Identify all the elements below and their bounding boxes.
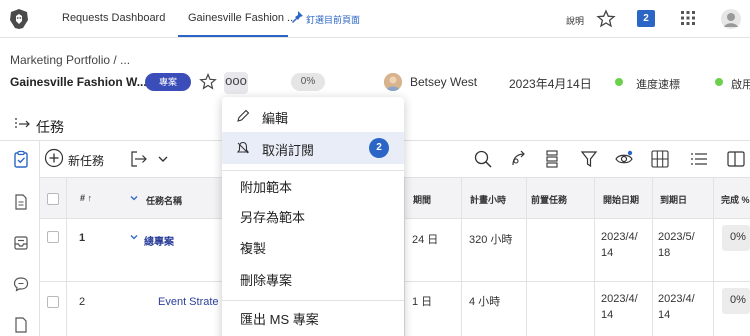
inbox-icon[interactable] [12, 234, 30, 252]
column-divider [594, 177, 595, 336]
chevron-down-icon[interactable] [153, 149, 173, 169]
column-header-percent-complete[interactable]: 完成 % [721, 193, 750, 206]
planned-hours-cell[interactable]: 320 小時 [469, 231, 512, 247]
status-dot [715, 78, 723, 86]
menu-item-label: 取消訂閱 [262, 143, 315, 158]
bell-icon [236, 141, 250, 154]
start-date-cell[interactable]: 14 [601, 309, 613, 321]
chevron-down-icon[interactable] [130, 194, 138, 202]
menu-item-label: 刪除專案 [240, 273, 293, 288]
percent-complete-pill: 0% [291, 73, 325, 91]
project-title: Gainesville Fashion W... [10, 75, 147, 89]
menu-item-label: 編輯 [262, 111, 289, 126]
pencil-icon [237, 109, 250, 122]
owner-avatar [384, 73, 402, 91]
document-icon[interactable] [12, 193, 30, 211]
chevron-down-icon[interactable] [130, 233, 138, 241]
row-number: 1 [79, 232, 86, 244]
export-icon[interactable] [129, 149, 149, 169]
comments-icon[interactable] [12, 275, 30, 293]
percent-complete-value: 0% [730, 294, 746, 306]
breadcrumb[interactable]: Marketing Portfolio / ... [10, 53, 130, 67]
column-header-due-date[interactable]: 到期日 [660, 193, 687, 206]
favorite-star-icon[interactable] [199, 73, 217, 91]
view-eye-icon[interactable] [614, 149, 634, 169]
due-date-cell[interactable]: 2023/5/ [658, 231, 695, 243]
start-date-cell[interactable]: 2023/4/ [601, 293, 638, 305]
project-date: 2023年4月14日 [509, 77, 592, 91]
due-date-cell[interactable]: 14 [658, 309, 670, 321]
more-actions-menu: 編輯 取消訂閱 2 附加範本 另存為範本 複製 刪除專案 匯出 MS 專案 [222, 97, 404, 336]
column-header-planned-hours[interactable]: 計畫小時 [470, 193, 506, 206]
notifications-badge[interactable]: 2 [637, 10, 655, 27]
column-header-start-date[interactable]: 開始日期 [603, 193, 639, 206]
column-header-predecessors[interactable]: 前置任務 [531, 193, 567, 206]
row-checkbox[interactable] [47, 231, 59, 243]
menu-item-label: 附加範本 [240, 180, 293, 195]
start-date-cell[interactable]: 2023/4/ [601, 231, 638, 243]
menu-item-edit[interactable]: 編輯 [222, 100, 404, 132]
column-divider [652, 177, 653, 336]
subscriber-count-badge: 2 [369, 138, 389, 158]
file-icon[interactable] [12, 316, 30, 334]
row-number: 2 [79, 296, 86, 308]
pin-icon[interactable] [290, 10, 304, 24]
percent-complete-value: 0% [730, 231, 746, 243]
hierarchy-icon[interactable] [542, 149, 562, 169]
column-divider [461, 177, 462, 336]
pin-current-page-link[interactable]: 釘選目前頁面 [306, 13, 360, 26]
column-divider [526, 177, 527, 336]
column-divider [713, 177, 714, 336]
progress-status: 進度速標 [636, 79, 680, 91]
wand-icon[interactable] [509, 149, 529, 169]
select-all-checkbox[interactable] [47, 193, 59, 205]
menu-item-unsubscribe[interactable]: 取消訂閱 2 [222, 132, 404, 164]
due-date-cell[interactable]: 2023/4/ [658, 293, 695, 305]
status-dot [615, 78, 623, 86]
lion-logo-icon[interactable] [8, 8, 30, 30]
user-avatar-icon[interactable] [720, 8, 742, 30]
help-link[interactable]: 說明 [566, 14, 584, 27]
menu-item-delete-project[interactable]: 刪除專案 [222, 262, 404, 294]
menu-item-attach-template[interactable]: 附加範本 [222, 169, 404, 201]
search-icon[interactable] [473, 149, 493, 169]
task-name-link[interactable]: 總專案 [144, 233, 174, 248]
tasks-clipboard-icon[interactable] [12, 150, 30, 168]
column-header-duration[interactable]: 期間 [413, 193, 431, 206]
task-name-link[interactable]: Event Strate [158, 296, 219, 308]
column-header-number[interactable]: # ↑ [80, 193, 92, 203]
planned-hours-cell[interactable]: 4 小時 [469, 293, 500, 309]
add-circle-icon[interactable] [44, 148, 64, 168]
menu-item-save-as-template[interactable]: 另存為範本 [222, 199, 404, 231]
list-view-icon[interactable] [689, 149, 709, 169]
new-task-button[interactable]: 新任務 [68, 152, 104, 169]
tasks-list-icon [15, 118, 30, 130]
project-owner[interactable]: Betsey West [410, 75, 477, 89]
tab-requests-dashboard[interactable]: Requests Dashboard [62, 12, 165, 24]
panel-toggle-icon[interactable] [726, 149, 746, 169]
menu-item-copy[interactable]: 複製 [222, 230, 404, 262]
tab-gainesville-fashion[interactable]: Gainesville Fashion ... [188, 12, 296, 24]
menu-item-label: 匯出 MS 專案 [240, 312, 319, 327]
favorites-star-icon[interactable] [596, 9, 616, 29]
column-divider [404, 177, 405, 336]
menu-item-label: 複製 [240, 241, 267, 256]
section-title: 任務 [36, 119, 64, 135]
column-header-task-name[interactable]: 任務名稱 [146, 194, 182, 207]
duration-cell[interactable]: 24 日 [412, 231, 438, 247]
due-date-cell[interactable]: 18 [658, 247, 670, 259]
project-status: 啟用 [731, 79, 750, 91]
start-date-cell[interactable]: 14 [601, 247, 613, 259]
project-type-badge: 專案 [145, 73, 191, 91]
column-divider [66, 177, 67, 336]
filter-icon[interactable] [579, 149, 599, 169]
grid-view-icon[interactable] [650, 149, 670, 169]
active-tab-indicator [178, 35, 288, 37]
menu-item-label: 另存為範本 [240, 210, 306, 225]
more-actions-button[interactable]: ooo [224, 72, 248, 94]
app-grid-icon[interactable] [680, 10, 696, 26]
row-checkbox[interactable] [47, 296, 59, 308]
duration-cell[interactable]: 1 日 [412, 293, 432, 309]
menu-item-export-ms-project[interactable]: 匯出 MS 專案 [222, 301, 404, 333]
